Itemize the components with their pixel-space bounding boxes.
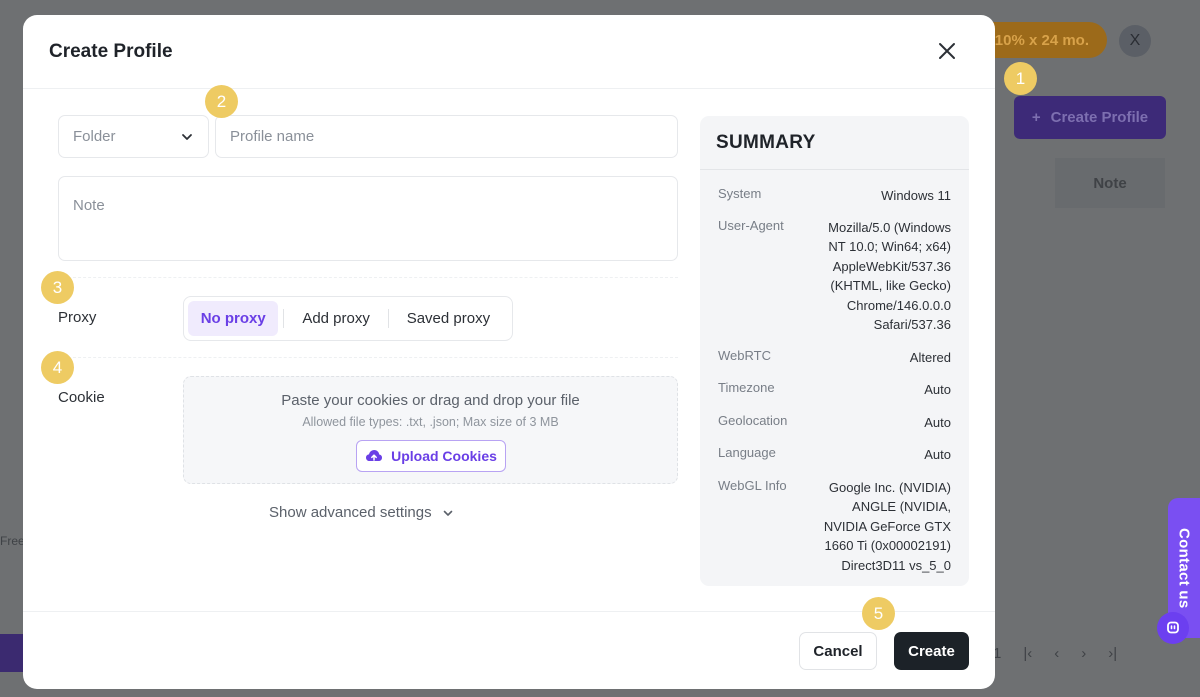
first-page-icon[interactable]: |‹ [1023,645,1032,662]
contact-us-label: Contact us [1175,527,1193,609]
chevron-down-icon [443,510,452,516]
step-badge-5: 5 [862,597,895,630]
summary-value: Auto [924,414,951,430]
cancel-button[interactable]: Cancel [799,632,877,670]
cloud-upload-icon [366,450,383,461]
summary-key: Language [718,445,776,460]
summary-key: Geolocation [718,412,788,428]
folder-select[interactable]: Folder [58,115,209,158]
summary-row-user-agent: User-Agent Mozilla/5.0 (Windows NT 10.0;… [700,218,969,335]
divider [58,357,678,358]
create-button[interactable]: Create [894,632,969,670]
proxy-option-saved-proxy[interactable]: Saved proxy [389,301,508,336]
chevron-down-icon [182,133,192,140]
pagination: 1 |‹ ‹ › ›| [993,645,1117,662]
next-page-icon[interactable]: › [1081,645,1086,662]
cookie-dropzone[interactable]: Paste your cookies or drag and drop your… [183,376,678,484]
profile-name-input[interactable] [215,115,678,158]
upload-cookies-label: Upload Cookies [391,448,497,464]
proxy-segmented-control: No proxy Add proxy Saved proxy [183,296,513,341]
summary-row-language: Language Auto [700,445,969,465]
background-create-profile-label: Create Profile [1050,109,1149,126]
summary-row-webrtc: WebRTC Altered [700,348,969,368]
step-badge-3: 3 [41,271,74,304]
summary-key: Timezone [718,380,775,395]
proxy-option-add-proxy[interactable]: Add proxy [284,301,387,336]
proxy-label: Proxy [58,309,97,326]
summary-title: SUMMARY [700,116,969,170]
advanced-settings-label: Show advanced settings [269,504,432,521]
background-sidebar-button[interactable] [0,634,24,672]
step-badge-1: 1 [1004,62,1037,95]
summary-value: Auto [924,382,951,397]
summary-key: User-Agent [718,217,784,233]
summary-panel: SUMMARY System Windows 11 User-Agent Moz… [700,116,969,586]
divider [58,277,678,278]
table-header-note: Note [1055,158,1165,208]
summary-value: Windows 11 [881,188,951,203]
background-free-text: Free [0,534,25,548]
promo-close-button[interactable]: X [1119,25,1151,57]
modal-footer: Cancel Create [23,611,995,689]
last-page-icon[interactable]: ›| [1108,645,1117,662]
cookie-dropzone-text: Paste your cookies or drag and drop your… [281,392,580,409]
prev-page-icon[interactable]: ‹ [1054,645,1059,662]
show-advanced-settings-toggle[interactable]: Show advanced settings [269,504,454,521]
summary-value: Mozilla/5.0 (Windows NT 10.0; Win64; x64… [828,219,951,333]
summary-key: WebGL Info [718,477,787,493]
cookie-dropzone-hint: Allowed file types: .txt, .json; Max siz… [302,415,559,429]
summary-row-webgl-info: WebGL Info Google Inc. (NVIDIA) ANGLE (N… [700,478,969,576]
note-textarea[interactable] [58,176,678,261]
summary-row-system: System Windows 11 [700,186,969,206]
summary-row-timezone: Timezone Auto [700,380,969,400]
folder-select-value: Folder [73,128,116,145]
modal-title: Create Profile [49,40,173,62]
plus-icon: + [1031,109,1041,126]
create-profile-modal: Create Profile Folder Proxy No proxy Add… [23,15,995,689]
proxy-option-no-proxy[interactable]: No proxy [188,301,279,336]
upload-cookies-button[interactable]: Upload Cookies [356,440,506,472]
summary-key: System [718,186,762,201]
summary-key: WebRTC [718,347,771,363]
summary-row-geolocation: Geolocation Auto [700,413,969,433]
summary-value: Altered [909,349,951,365]
close-icon[interactable] [937,41,957,61]
step-badge-2: 2 [205,85,238,118]
modal-header: Create Profile [23,15,995,89]
chat-bubble-icon [1167,621,1179,634]
cookie-label: Cookie [58,389,105,406]
chat-icon[interactable] [1157,612,1189,644]
summary-value: Auto [924,447,951,462]
summary-value: Google Inc. (NVIDIA) ANGLE (NVIDIA, NVID… [823,479,951,573]
step-badge-4: 4 [41,351,74,384]
background-create-profile-button[interactable]: + Create Profile [1014,96,1166,139]
